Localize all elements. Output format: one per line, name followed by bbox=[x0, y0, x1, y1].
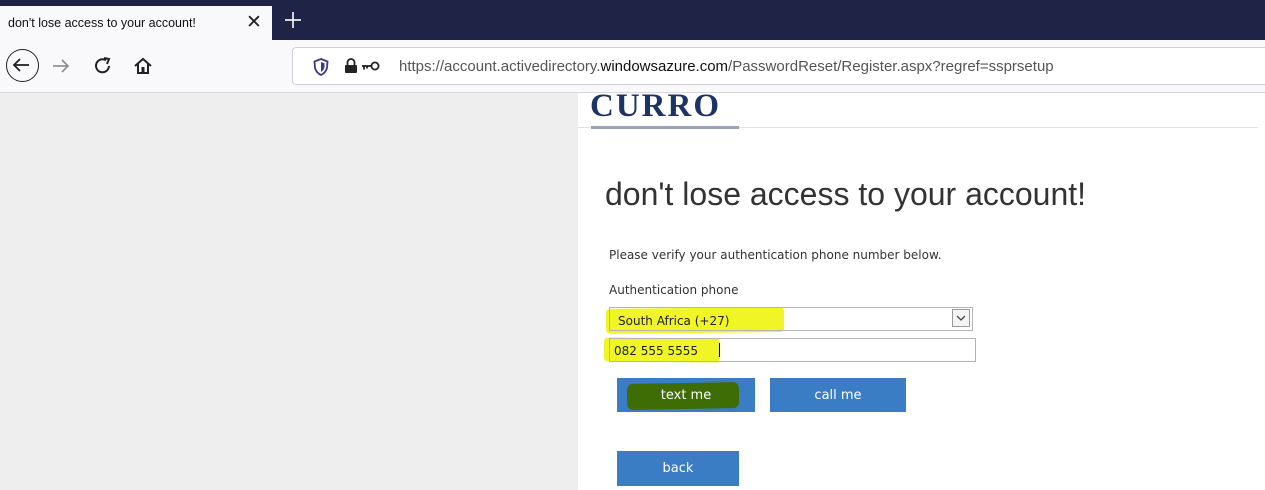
back-button[interactable] bbox=[6, 49, 39, 82]
browser-tab-strip: don't lose access to your account! ✕ bbox=[0, 0, 1265, 40]
address-bar[interactable]: https://account.activedirectory.windowsa… bbox=[292, 47, 1265, 85]
url-text[interactable]: https://account.activedirectory.windowsa… bbox=[399, 58, 1054, 75]
call-me-label: call me bbox=[814, 387, 862, 403]
key-icon[interactable] bbox=[361, 60, 381, 72]
text-me-label: text me bbox=[660, 387, 712, 403]
url-prefix: https://account.activedirectory. bbox=[399, 58, 601, 75]
authentication-phone-label: Authentication phone bbox=[609, 283, 739, 297]
plus-icon[interactable] bbox=[282, 6, 304, 34]
url-suffix: /PasswordReset/Register.aspx?regref=sspr… bbox=[728, 58, 1054, 75]
chevron-down-icon bbox=[956, 315, 966, 321]
url-domain: windowsazure.com bbox=[600, 58, 729, 75]
home-icon[interactable] bbox=[132, 55, 154, 77]
phone-number-value: 082 555 5555 bbox=[614, 344, 698, 358]
lock-icon[interactable] bbox=[344, 58, 358, 74]
back-button-page[interactable]: back bbox=[617, 451, 739, 486]
curro-logo: CURRO bbox=[590, 88, 721, 124]
page-left-background bbox=[0, 93, 578, 490]
instructions-text: Please verify your authentication phone … bbox=[609, 248, 942, 262]
text-me-button[interactable]: text me bbox=[617, 378, 755, 412]
tab-close-icon[interactable]: ✕ bbox=[246, 11, 262, 33]
reload-icon[interactable] bbox=[92, 55, 114, 77]
text-caret bbox=[719, 343, 720, 357]
back-label: back bbox=[662, 461, 694, 476]
shield-icon[interactable] bbox=[313, 58, 329, 76]
back-arrow-icon bbox=[12, 58, 29, 72]
tab-title: don't lose access to your account! bbox=[8, 16, 196, 30]
browser-tab[interactable]: don't lose access to your account! ✕ bbox=[0, 6, 272, 40]
browser-nav-bar: https://account.activedirectory.windowsa… bbox=[0, 40, 1265, 93]
forward-arrow-icon[interactable] bbox=[50, 56, 72, 76]
select-dropdown-button[interactable] bbox=[952, 309, 970, 327]
page-title: don't lose access to your account! bbox=[605, 176, 1087, 212]
logo-underline bbox=[591, 126, 739, 129]
country-select-value: South Africa (+27) bbox=[618, 314, 730, 328]
call-me-button[interactable]: call me bbox=[770, 378, 906, 412]
